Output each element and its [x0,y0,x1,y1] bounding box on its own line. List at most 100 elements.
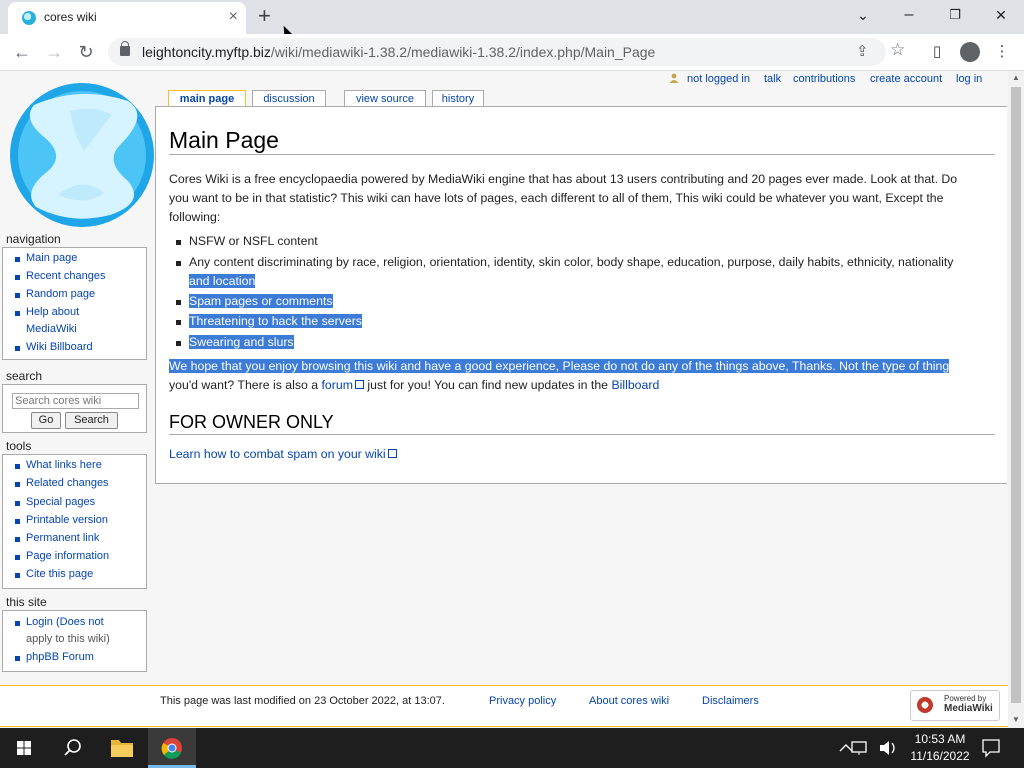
vertical-scrollbar[interactable]: ▲ ▼ [1008,71,1024,728]
scroll-down-icon[interactable]: ▼ [1011,715,1021,724]
billboard-link[interactable]: Billboard [611,378,659,392]
list-bullet [15,501,20,506]
start-icon[interactable] [0,728,48,768]
list-bullet [15,555,20,560]
tab-discussion[interactable]: discussion [252,90,326,107]
scroll-thumb[interactable] [1011,87,1021,703]
bookmark-star-icon[interactable]: ☆ [890,40,905,60]
outro-line-2: you'd want? There is also a forum just f… [169,376,659,395]
notifications-icon[interactable] [968,728,1014,768]
list-bullet [176,341,181,346]
back-button[interactable]: ← [10,40,34,64]
windows-taskbar: 10:53 AM 11/16/2022 [0,728,1024,768]
sidebar-item-related-changes[interactable]: Related changes [26,475,109,493]
navigation-heading: navigation [6,232,61,246]
url-text[interactable]: leightoncity.myftp.biz/wiki/mediawiki-1.… [142,44,655,60]
url-path: /wiki/mediawiki-1.38.2/mediawiki-1.38.2/… [270,44,656,60]
last-modified-text: This page was last modified on 23 Octobe… [160,695,445,707]
sidebar-item-main-page[interactable]: Main page [26,250,77,268]
search-input[interactable]: Search cores wiki [12,393,139,409]
title-divider [169,154,995,155]
intro-line-3: following: [169,210,221,224]
list-bullet [15,573,20,578]
outro-text-a: you'd want? There is also a [169,378,322,392]
search-icon[interactable] [48,728,96,768]
list-bullet [15,275,20,280]
wiki-logo[interactable] [0,75,158,227]
sidebar-item-special-pages[interactable]: Special pages [26,494,95,512]
close-window-button[interactable]: ✕ [978,2,1024,30]
powered-by-label: Powered by [944,694,987,703]
browser-tab[interactable]: cores wiki × [8,2,246,34]
tab-strip: cores wiki × + ⌄ – ❐ ✕ [0,0,1024,43]
browser-menu-icon[interactable]: ⋮ [992,42,1012,62]
list-item: Threatening to hack the servers [189,314,362,328]
sidebar-item-cite-this-page[interactable]: Cite this page [26,566,93,584]
mediawiki-label: MediaWiki [944,703,993,714]
intro-line-2: you want to be in that statistic? This w… [169,191,944,205]
lock-icon[interactable] [120,41,130,56]
external-link-icon [354,380,364,389]
search-heading: search [6,369,43,383]
sidebar-item-phpbb-forum[interactable]: phpBB Forum [26,649,94,667]
sidebar-item-help-continued[interactable]: MediaWiki [26,321,77,339]
tab-view-source[interactable]: view source [344,90,426,107]
go-button[interactable]: Go [31,412,61,429]
about-link[interactable]: About cores wiki [589,695,669,707]
sidebar-item-permanent-link[interactable]: Permanent link [26,530,99,548]
sidebar-item-page-information[interactable]: Page information [26,548,109,566]
content-area: Main Page Cores Wiki is a free encyclopa… [155,106,1007,484]
search-button[interactable]: Search [65,412,118,429]
list-item: Spam pages or comments [189,294,333,308]
address-bar[interactable]: leightoncity.myftp.biz/wiki/mediawiki-1.… [108,38,905,66]
restore-button[interactable]: ❐ [932,2,978,30]
list-bullet [15,519,20,524]
this-site-heading: this site [6,595,47,609]
mediawiki-logo-icon [917,697,933,713]
disclaimers-link[interactable]: Disclaimers [702,695,759,707]
side-panel-icon[interactable]: ▯ [927,42,947,62]
tab-history[interactable]: history [432,90,484,107]
privacy-policy-link[interactable]: Privacy policy [489,695,556,707]
spam-help-link[interactable]: Learn how to combat spam on your wiki [169,447,397,461]
minimize-button[interactable]: – [886,2,932,30]
clock-date: 11/16/2022 [910,749,970,763]
log-in-link[interactable]: log in [956,73,982,85]
sidebar-item-random-page[interactable]: Random page [26,286,95,304]
profile-avatar[interactable] [960,42,980,62]
sidebar-item-recent-changes[interactable]: Recent changes [26,268,106,286]
powered-by-mediawiki-badge[interactable]: Powered by MediaWiki [910,690,1000,721]
page-title: Main Page [169,127,279,153]
file-explorer-icon[interactable] [98,728,146,768]
list-bullet [176,240,181,245]
new-tab-button[interactable]: + [258,4,271,28]
url-host: leightoncity.myftp.biz [142,44,271,60]
contributions-link[interactable]: contributions [793,73,855,85]
list-item: NSFW or NSFL content [189,234,318,248]
section-heading: FOR OWNER ONLY [169,412,334,432]
create-account-link[interactable]: create account [870,73,942,85]
volume-icon[interactable] [874,728,902,768]
sidebar-item-help[interactable]: Help about [26,304,79,322]
browser-toolbar: ← → ↻ leightoncity.myftp.biz/wiki/mediaw… [0,34,1024,71]
scroll-up-icon[interactable]: ▲ [1011,73,1021,82]
chrome-taskbar-icon[interactable] [148,728,196,768]
tab-close-icon[interactable]: × [229,8,238,26]
network-icon[interactable] [846,728,874,768]
external-link-icon [387,449,397,458]
system-clock[interactable]: 10:53 AM 11/16/2022 [906,731,974,765]
tab-search-icon[interactable]: ⌄ [840,2,886,30]
list-bullet [176,300,181,305]
share-icon[interactable]: ⇪ [856,42,869,60]
sidebar-item-login[interactable]: Login (Does not [26,614,104,632]
not-logged-in-text: not logged in [687,73,750,85]
forward-button[interactable]: → [42,40,66,64]
tab-main-page[interactable]: main page [168,90,246,107]
forum-link[interactable]: forum [322,378,364,392]
reload-button[interactable]: ↻ [74,40,98,64]
talk-link[interactable]: talk [764,73,781,85]
sidebar-item-what-links-here[interactable]: What links here [26,457,102,475]
sidebar-item-printable-version[interactable]: Printable version [26,512,108,530]
sidebar-item-wiki-billboard[interactable]: Wiki Billboard [26,339,93,357]
favicon-icon [22,11,36,25]
